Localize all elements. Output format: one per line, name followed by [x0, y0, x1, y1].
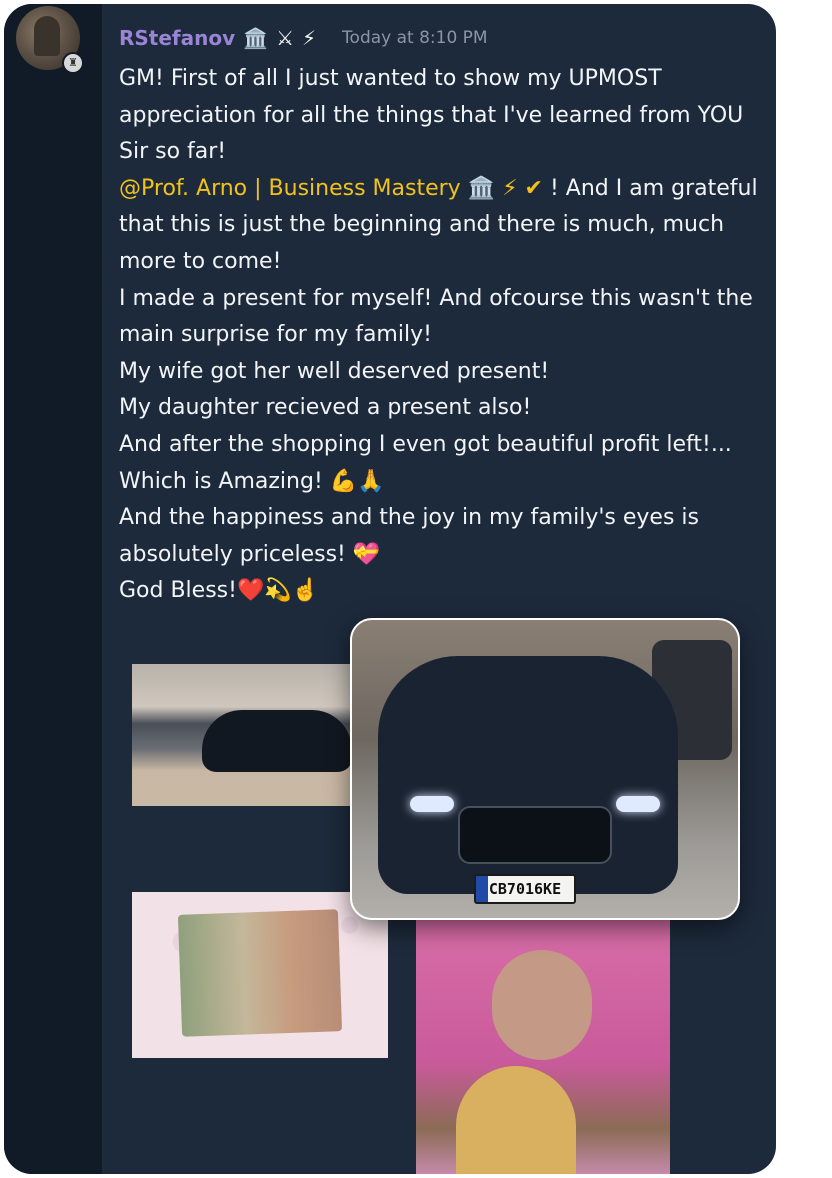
- timestamp: Today at 8:10 PM: [342, 28, 488, 48]
- emoji-muscle-pray-icon: 💪🙏: [329, 468, 385, 494]
- mention-badges-icon: 🏛️ ⚡ ✔: [467, 175, 543, 201]
- message-line: GM! First of all I just wanted to show m…: [119, 66, 744, 165]
- banknotes-image: [177, 909, 343, 1037]
- message-line: I made a present for myself! And ofcours…: [119, 285, 753, 348]
- message-line-priceless: And the happiness and the joy in my fami…: [119, 500, 759, 573]
- lightning-icon: ⚡: [302, 26, 317, 50]
- car-grille: [458, 806, 612, 864]
- doll-image: [456, 1066, 576, 1174]
- message-text: And the happiness and the joy in my fami…: [119, 505, 699, 567]
- avatar-column: [4, 4, 102, 1174]
- attachment-cash-photo[interactable]: [132, 892, 388, 1058]
- car-front-image: CB7016KE: [378, 656, 678, 904]
- status-badge-icon: ♜: [62, 52, 84, 74]
- crossed-swords-icon: ⚔: [276, 26, 294, 50]
- eu-band: [476, 876, 488, 902]
- message-line-amazing: Which is Amazing! 💪🙏: [119, 464, 759, 501]
- emoji-heart-dizzy-point-icon: ❤️💫☝️: [236, 578, 320, 604]
- attachment-car-front-photo[interactable]: CB7016KE: [350, 618, 740, 920]
- server-badge-icon: 🏛️: [243, 26, 269, 50]
- user-mention[interactable]: @Prof. Arno | Business Mastery: [119, 176, 461, 201]
- message-card: ♜ RStefanov 🏛️ ⚔ ⚡ Today at 8:10 PM GM! …: [4, 4, 776, 1174]
- headlight-right: [616, 796, 660, 812]
- message-line: And after the shopping I even got beauti…: [119, 431, 732, 457]
- headlight-left: [410, 796, 454, 812]
- message-text: Which is Amazing!: [119, 468, 323, 494]
- car-image: [202, 710, 352, 772]
- message-body: GM! First of all I just wanted to show m…: [119, 61, 759, 610]
- message-text: God Bless!: [119, 578, 237, 604]
- attachment-car-street-photo[interactable]: [132, 664, 382, 806]
- blurred-face: [492, 950, 592, 1060]
- message-line: My daughter recieved a present also!: [119, 395, 532, 421]
- emoji-heart-ribbon-icon: 💝: [352, 541, 381, 567]
- username[interactable]: RStefanov: [119, 26, 235, 50]
- message-header: RStefanov 🏛️ ⚔ ⚡ Today at 8:10 PM: [119, 24, 759, 52]
- license-plate-text: CB7016KE: [488, 880, 562, 898]
- message-line: My wife got her well deserved present!: [119, 358, 550, 384]
- message-line-mention: @Prof. Arno | Business Mastery 🏛️ ⚡ ✔ ! …: [119, 171, 759, 281]
- license-plate: CB7016KE: [474, 874, 576, 904]
- attachment-daughter-photo[interactable]: [416, 916, 670, 1174]
- message-line-blessing: God Bless!❤️💫☝️: [119, 573, 759, 610]
- knight-icon: [34, 16, 60, 56]
